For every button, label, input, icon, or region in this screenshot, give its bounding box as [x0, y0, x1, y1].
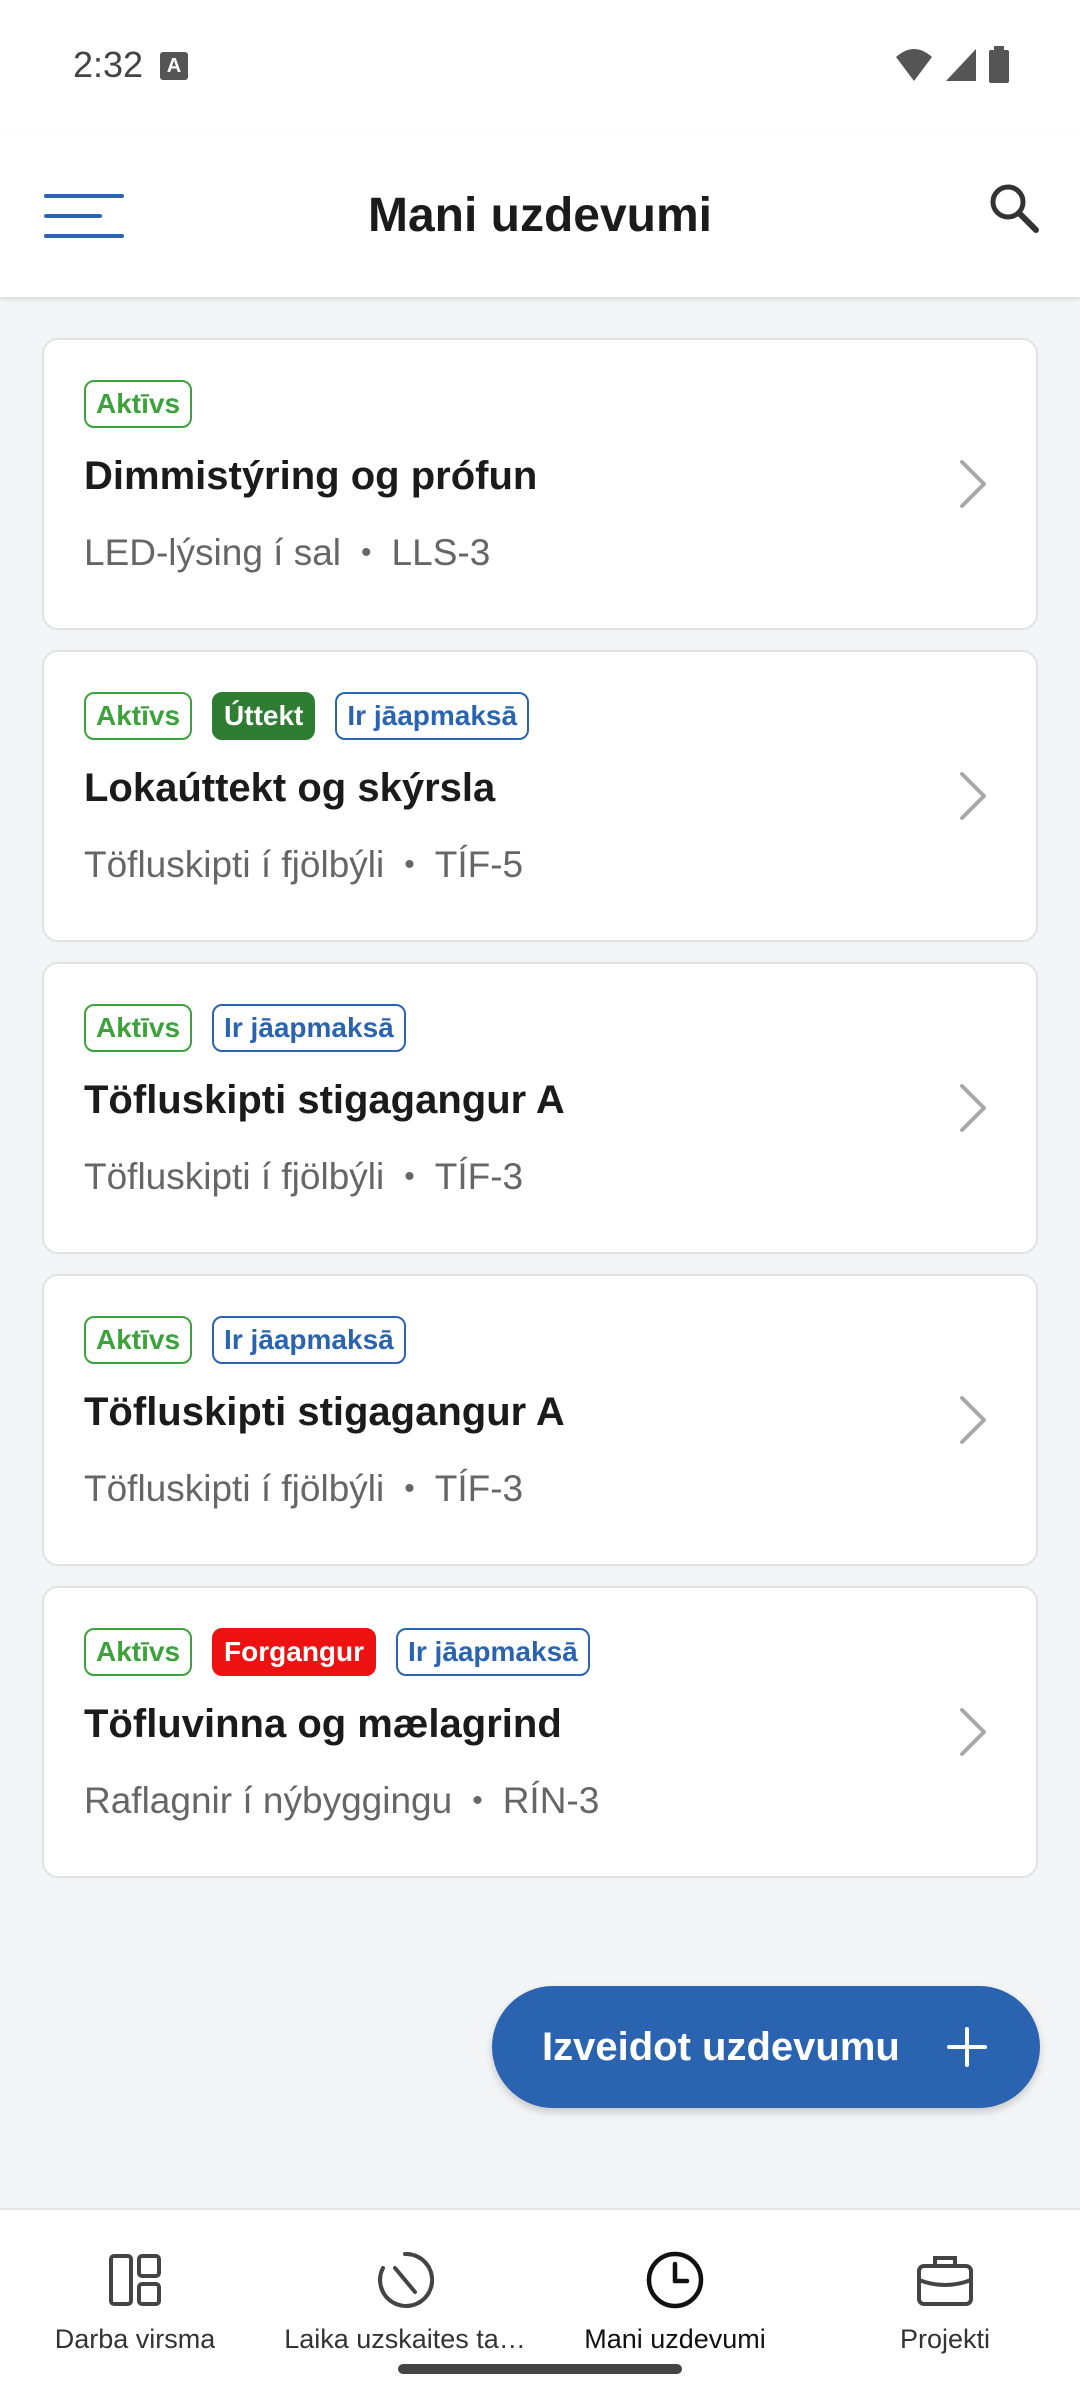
separator-dot: • — [472, 1784, 483, 1817]
cell-signal-icon — [946, 49, 976, 81]
status-badge-payment: Ir jāapmaksā — [212, 1004, 406, 1052]
task-card[interactable]: Aktīvs Ir jāapmaksā Töfluskipti stigagangu… — [42, 962, 1038, 1254]
dashboard-icon — [109, 2254, 161, 2306]
status-badge-inspection: Úttekt — [212, 692, 316, 740]
task-badges: Aktīvs Ir jāapmaksā — [84, 1316, 406, 1364]
task-card[interactable]: Aktīvs Dimmistýring og prófun LED-lýsing í… — [42, 338, 1038, 630]
nav-item-projects[interactable]: Projekti — [810, 2210, 1080, 2400]
task-project: Töfluskipti í fjölbýli — [84, 1156, 385, 1197]
status-icons — [894, 46, 1010, 84]
task-card[interactable]: Aktīvs Ir jāapmaksā Töfluskipti stigagangu… — [42, 1274, 1038, 1566]
task-project: Töfluskipti í fjölbýli — [84, 844, 385, 885]
task-title: Lokaúttekt og skýrsla — [84, 766, 496, 810]
task-title: Töfluvinna og mælagrind — [84, 1702, 562, 1746]
battery-icon — [989, 46, 1009, 83]
separator-dot: • — [404, 848, 415, 881]
status-bar: 2:32 A — [0, 0, 1080, 132]
task-subtitle: Töfluskipti í fjölbýli • TÍF-5 — [84, 844, 523, 886]
task-title: Dimmistýring og prófun — [84, 454, 538, 498]
status-badge-active: Aktīvs — [84, 1628, 193, 1676]
task-badges: Aktīvs — [84, 380, 193, 428]
chevron-right-icon — [960, 1708, 986, 1756]
chevron-right-icon — [960, 1396, 986, 1444]
timer-icon — [378, 2251, 435, 2308]
task-subtitle: LED-lýsing í sal • LLS-3 — [84, 532, 490, 574]
clock-icon — [646, 2251, 704, 2309]
status-badge-active: Aktīvs — [84, 380, 193, 428]
notification-a-icon: A — [160, 52, 188, 80]
separator-dot: • — [404, 1160, 415, 1193]
status-badge-active: Aktīvs — [84, 1004, 193, 1052]
nav-label-dashboard: Darba virsma — [54, 2324, 216, 2354]
task-badges: Aktīvs Forgangur Ir jāapmaksā — [84, 1628, 590, 1676]
search-icon[interactable] — [984, 178, 1044, 238]
briefcase-icon — [917, 2256, 973, 2306]
create-task-label: Izveidot uzdevumu — [542, 2024, 900, 2069]
task-project: Töfluskipti í fjölbýli — [84, 1468, 385, 1509]
wifi-icon — [896, 49, 932, 81]
task-title: Töfluskipti stigagangur A — [84, 1390, 565, 1434]
task-subtitle: Töfluskipti í fjölbýli • TÍF-3 — [84, 1156, 523, 1198]
chevron-right-icon — [960, 1084, 986, 1132]
task-subtitle: Töfluskipti í fjölbýli • TÍF-3 — [84, 1468, 523, 1510]
create-task-button[interactable]: Izveidot uzdevumu — [492, 1986, 1040, 2108]
status-badge-payment: Ir jāapmaksā — [212, 1316, 406, 1364]
screen: 2:32 A Mani uzdevumi Aktīvs Dimmistýring… — [0, 0, 1080, 2400]
status-badge-priority: Forgangur — [212, 1628, 377, 1676]
plus-icon — [947, 2027, 987, 2067]
task-title: Töfluskipti stigagangur A — [84, 1078, 565, 1122]
task-code: LLS-3 — [391, 532, 491, 573]
separator-dot: • — [361, 536, 372, 569]
nav-label-projects: Projekti — [899, 2324, 991, 2354]
app-bar: Mani uzdevumi — [0, 132, 1080, 297]
separator-dot: • — [404, 1472, 415, 1505]
chevron-right-icon — [960, 460, 986, 508]
task-list: Aktīvs Dimmistýring og prófun LED-lýsing í… — [42, 338, 1038, 1898]
status-badge-payment: Ir jāapmaksā — [335, 692, 530, 740]
task-project: Raflagnir í nýbyggingu — [84, 1780, 453, 1821]
task-subtitle: Raflagnir í nýbyggingu • RÍN-3 — [84, 1780, 599, 1822]
nav-label-my-tasks: Mani uzdevumi — [584, 2324, 766, 2354]
task-badges: Aktīvs Úttekt Ir jāapmaksā — [84, 692, 530, 740]
nav-item-dashboard[interactable]: Darba virsma — [0, 2210, 270, 2400]
home-indicator[interactable] — [398, 2364, 682, 2374]
task-code: TÍF-5 — [434, 844, 524, 885]
status-badge-payment: Ir jāapmaksā — [396, 1628, 590, 1676]
task-card[interactable]: Aktīvs Úttekt Ir jāapmaksā Lokaúttekt og sk… — [42, 650, 1038, 942]
nav-label-timesheets: Laika uzskaites ta… — [284, 2324, 526, 2354]
task-code: TÍF-3 — [434, 1468, 524, 1509]
task-badges: Aktīvs Ir jāapmaksā — [84, 1004, 406, 1052]
task-code: TÍF-3 — [434, 1156, 524, 1197]
task-card[interactable]: Aktīvs Forgangur Ir jāapmaksā Töfluvinna og… — [42, 1586, 1038, 1878]
status-badge-active: Aktīvs — [84, 1316, 193, 1364]
task-project: LED-lýsing í sal — [84, 532, 342, 573]
chevron-right-icon — [960, 772, 986, 820]
status-time: 2:32 — [73, 44, 144, 85]
page-title: Mani uzdevumi — [367, 189, 713, 242]
status-badge-active: Aktīvs — [84, 692, 193, 740]
task-code: RÍN-3 — [502, 1780, 600, 1821]
